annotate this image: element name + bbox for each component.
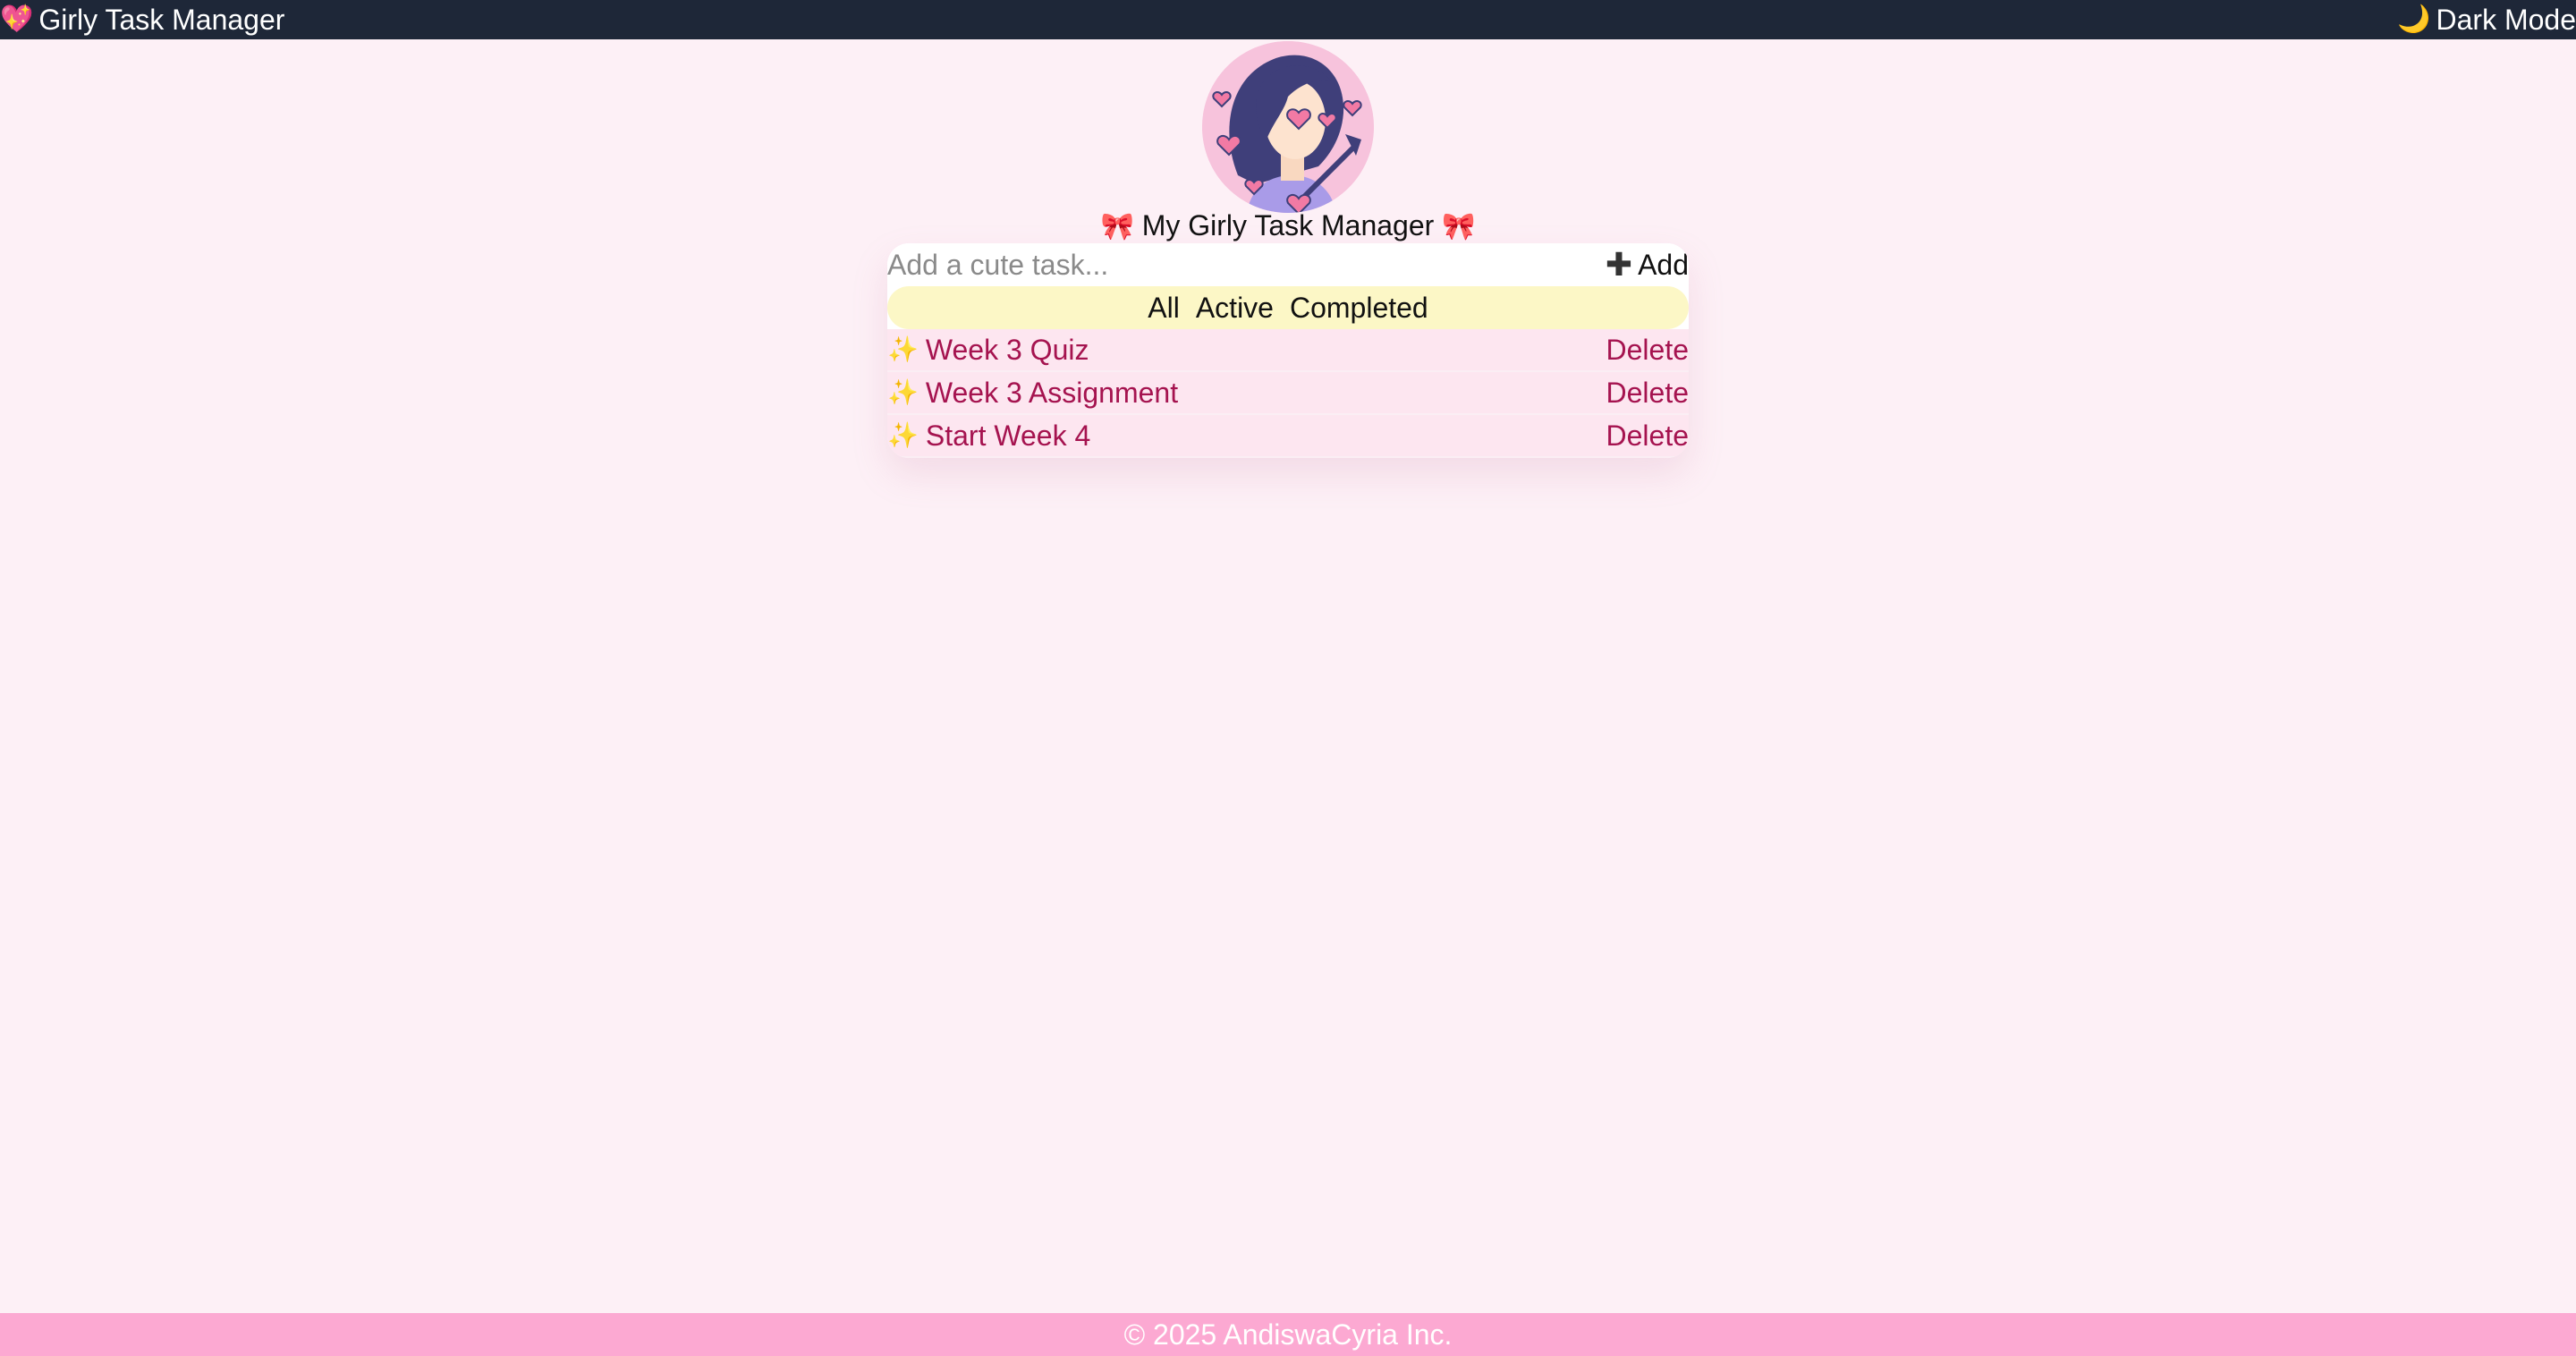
task-title: Week 3 Assignment	[925, 376, 1179, 409]
sparkling-heart-icon: 💖	[0, 4, 34, 34]
top-navbar: 💖 Girly Task Manager 🌙 Dark Mode	[0, 0, 2576, 39]
dark-mode-label: Dark Mode	[2436, 3, 2576, 36]
task-label: ✨ Week 3 Quiz	[887, 334, 1089, 367]
task-label: ✨ Start Week 4	[887, 420, 1090, 453]
footer: © 2025 AndiswaCyria Inc.	[0, 1313, 2576, 1356]
task-label: ✨ Week 3 Assignment	[887, 377, 1178, 410]
task-title: Week 3 Quiz	[925, 333, 1089, 366]
moon-icon: 🌙	[2397, 4, 2431, 34]
filter-active[interactable]: Active	[1196, 292, 1274, 325]
task-card: ✚ Add All Active Completed ✨ Week 3 Quiz…	[887, 243, 1689, 458]
brand-label: Girly Task Manager	[38, 3, 285, 36]
sparkles-icon: ✨	[887, 335, 919, 363]
delete-button[interactable]: Delete	[1606, 334, 1690, 367]
task-title: Start Week 4	[925, 419, 1091, 452]
list-item[interactable]: ✨ Week 3 Assignment Delete	[887, 372, 1689, 415]
brand[interactable]: 💖 Girly Task Manager	[0, 4, 284, 37]
add-button[interactable]: ✚ Add	[1606, 249, 1689, 282]
page-title-text: My Girly Task Manager	[1141, 209, 1435, 242]
filter-all[interactable]: All	[1148, 292, 1180, 325]
sparkles-icon: ✨	[887, 378, 919, 406]
list-item[interactable]: ✨ Start Week 4 Delete	[887, 415, 1689, 458]
sparkles-icon: ✨	[887, 421, 919, 449]
ribbon-icon: 🎀	[1442, 212, 1476, 242]
dark-mode-toggle[interactable]: 🌙 Dark Mode	[2397, 4, 2576, 37]
task-input[interactable]	[887, 248, 1567, 282]
ribbon-icon: 🎀	[1100, 212, 1134, 242]
plus-icon: ✚	[1605, 246, 1633, 283]
filter-bar: All Active Completed	[887, 286, 1689, 329]
footer-text: © 2025 AndiswaCyria Inc.	[1123, 1318, 1453, 1351]
task-form: ✚ Add	[887, 243, 1689, 286]
avatar-illustration	[1202, 41, 1374, 213]
page-title: 🎀 My Girly Task Manager 🎀	[0, 206, 2576, 245]
filter-completed[interactable]: Completed	[1290, 292, 1428, 325]
list-item[interactable]: ✨ Week 3 Quiz Delete	[887, 329, 1689, 372]
task-list: ✨ Week 3 Quiz Delete ✨ Week 3 Assignment…	[887, 329, 1689, 458]
delete-button[interactable]: Delete	[1606, 420, 1690, 453]
add-button-label: Add	[1638, 248, 1689, 281]
delete-button[interactable]: Delete	[1606, 377, 1690, 410]
avatar	[1202, 41, 1374, 213]
